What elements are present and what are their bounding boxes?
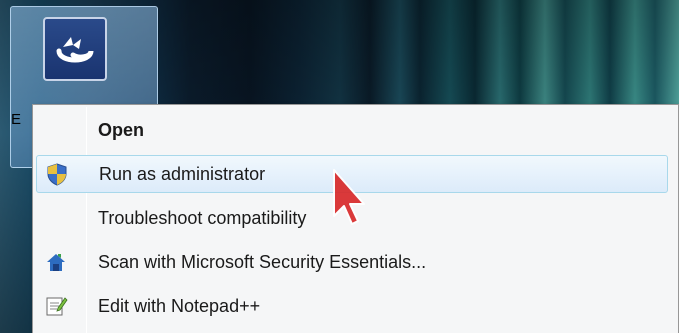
app-shortcut-icon	[43, 17, 107, 81]
menu-item-open[interactable]: Open	[35, 111, 670, 149]
mouse-pointer-icon	[330, 168, 370, 238]
menu-item-label: Open	[98, 119, 145, 140]
menu-item-label: Troubleshoot compatibility	[98, 207, 307, 228]
menu-item-label: Scan with Microsoft Security Essentials.…	[98, 251, 427, 272]
menu-item-scan-security-essentials[interactable]: Scan with Microsoft Security Essentials.…	[35, 243, 670, 281]
menu-item-label: Run as administrator	[99, 163, 266, 184]
menu-item-edit-notepad-plus-plus[interactable]: Edit with Notepad++	[35, 287, 670, 325]
security-essentials-icon	[43, 249, 69, 275]
notepad-plus-plus-icon	[43, 293, 69, 319]
menu-item-label: Edit with Notepad++	[98, 295, 261, 316]
desktop-icon-caption: E	[11, 111, 22, 128]
uac-shield-icon	[44, 161, 70, 187]
